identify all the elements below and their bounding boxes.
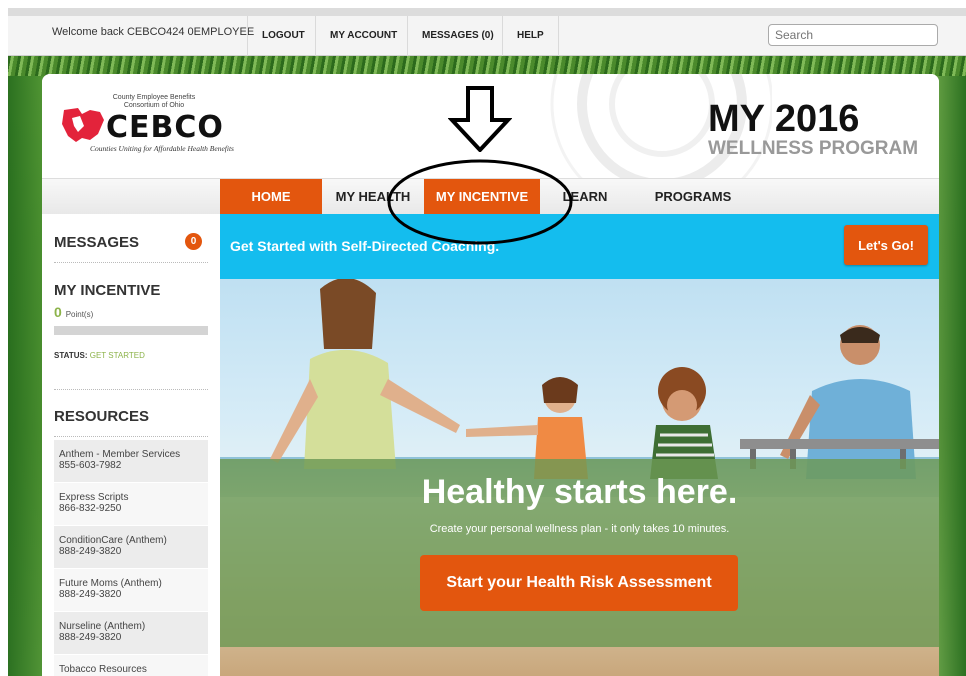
logo-consortium-text: County Employee Benefits Consortium of O… <box>112 94 196 109</box>
nav-home[interactable]: HOME <box>220 179 322 215</box>
resource-item[interactable]: Anthem - Member Services 855-603-7982 <box>54 439 208 482</box>
resource-phone: 855-603-7982 <box>59 460 122 471</box>
divider <box>54 262 208 263</box>
hero-subtext: Create your personal wellness plan - it … <box>429 523 730 535</box>
resource-phone: 888-249-3820 <box>59 632 122 643</box>
divider <box>54 389 208 390</box>
resource-name: Express Scripts <box>59 492 129 503</box>
resource-phone: 888-249-3820 <box>59 546 122 557</box>
resource-item[interactable]: ConditionCare (Anthem) 888-249-3820 <box>54 525 208 568</box>
logout-link[interactable]: LOGOUT <box>247 16 319 56</box>
ohio-map-icon <box>62 108 104 142</box>
points-display: 0 Point(s) <box>54 304 93 320</box>
logo-tagline: Counties Uniting for Affordable Health B… <box>90 144 234 153</box>
annotation-ellipse-icon <box>387 159 573 245</box>
welcome-text: Welcome back CEBCO424 0EMPLOYEE <box>52 26 255 38</box>
resource-name: Anthem - Member Services <box>59 449 181 460</box>
lets-go-button[interactable]: Let's Go! <box>844 225 928 265</box>
incentive-heading[interactable]: MY INCENTIVE <box>54 282 160 299</box>
resource-phone: 866-832-9250 <box>59 503 122 514</box>
start-hra-button[interactable]: Start your Health Risk Assessment <box>420 555 738 611</box>
my-account-link[interactable]: MY ACCOUNT <box>315 16 411 56</box>
resource-item[interactable]: Future Moms (Anthem) 888-249-3820 <box>54 568 208 611</box>
resource-item[interactable]: Express Scripts 866-832-9250 <box>54 482 208 525</box>
search-input[interactable] <box>768 24 938 46</box>
points-progress-bar <box>54 326 208 335</box>
resource-phone: 888-249-3820 <box>59 589 122 600</box>
messages-count-badge[interactable]: 0 <box>185 233 202 250</box>
points-value: 0 <box>54 304 62 320</box>
divider <box>54 436 208 437</box>
coaching-banner: Get Started with Self-Directed Coaching.… <box>220 214 939 279</box>
status-value[interactable]: GET STARTED <box>90 351 145 360</box>
status-label: STATUS: <box>54 351 88 360</box>
messages-heading[interactable]: MESSAGES <box>54 234 139 251</box>
hero-overlay: Healthy starts here. Create your persona… <box>220 459 939 647</box>
top-utility-bar: Welcome back CEBCO424 0EMPLOYEE LOGOUT M… <box>8 8 966 56</box>
hero-section: Healthy starts here. Create your persona… <box>220 279 939 676</box>
resource-name: ConditionCare (Anthem) <box>59 535 167 546</box>
nav-programs[interactable]: PROGRAMS <box>630 179 756 215</box>
sidebar: MESSAGES 0 MY INCENTIVE 0 Point(s) STATU… <box>42 214 220 676</box>
status-line: STATUS: GET STARTED <box>54 351 145 360</box>
resource-item[interactable]: Tobacco Resources <box>54 654 208 676</box>
hero-headline: Healthy starts here. <box>421 473 738 511</box>
points-unit: Point(s) <box>65 310 94 319</box>
messages-link[interactable]: MESSAGES (0) <box>407 16 508 56</box>
annotation-arrow-icon <box>448 86 512 152</box>
program-year-title: MY 2016 <box>708 98 860 140</box>
help-link[interactable]: HELP <box>502 16 559 56</box>
resource-name: Nurseline (Anthem) <box>59 621 146 632</box>
resource-name: Tobacco Resources <box>59 664 147 675</box>
cebco-logo[interactable]: County Employee Benefits Consortium of O… <box>60 94 260 158</box>
program-subtitle: WELLNESS PROGRAM <box>708 138 919 159</box>
resource-item[interactable]: Nurseline (Anthem) 888-249-3820 <box>54 611 208 654</box>
resources-heading: RESOURCES <box>54 408 150 425</box>
logo-name: CEBCO <box>106 110 224 145</box>
resource-name: Future Moms (Anthem) <box>59 578 162 589</box>
